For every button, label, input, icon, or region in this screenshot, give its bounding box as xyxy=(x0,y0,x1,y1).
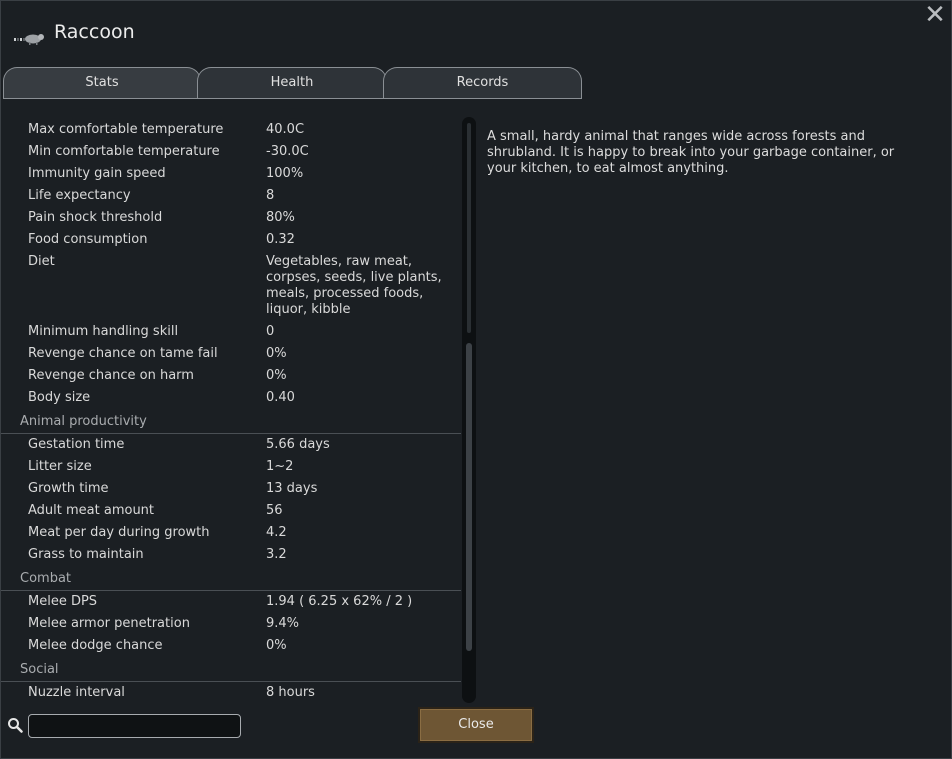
stat-value: 1.94 ( 6.25 x 62% / 2 ) xyxy=(266,594,413,609)
stat-row[interactable]: Body size 0.40 xyxy=(1,387,461,409)
stat-value: 0.32 xyxy=(266,232,295,247)
info-window: ✕ Raccoon Stats Health Records Max comfo… xyxy=(0,0,952,759)
stat-value: 0% xyxy=(266,638,287,653)
window-title: Raccoon xyxy=(54,21,135,43)
stat-value: 40.0C xyxy=(266,122,305,137)
stat-row[interactable]: Growth time 13 days xyxy=(1,478,461,500)
stat-row[interactable]: Minimum handling skill 0 xyxy=(1,321,461,343)
section-header: Social xyxy=(1,657,461,682)
stat-row[interactable]: Melee armor penetration 9.4% xyxy=(1,613,461,635)
tab-records[interactable]: Records xyxy=(383,67,582,99)
scrollbar-track xyxy=(467,123,471,333)
stat-label: Life expectancy xyxy=(28,188,131,203)
stat-row[interactable]: Life expectancy 8 xyxy=(1,185,461,207)
stat-label: Max comfortable temperature xyxy=(28,122,224,137)
stat-label: Revenge chance on tame fail xyxy=(28,346,218,361)
section-header: Combat xyxy=(1,566,461,591)
stat-label: Melee DPS xyxy=(28,594,98,609)
tab-divider xyxy=(3,98,581,99)
stat-label: Nuzzle interval xyxy=(28,685,125,700)
stat-value: 4.2 xyxy=(266,525,287,540)
stat-value: -30.0C xyxy=(266,144,309,159)
stat-value: 56 xyxy=(266,503,283,518)
stat-label: Min comfortable temperature xyxy=(28,144,220,159)
stat-label: Growth time xyxy=(28,481,109,496)
stat-row[interactable]: Melee DPS 1.94 ( 6.25 x 62% / 2 ) xyxy=(1,591,461,613)
stat-label: Food consumption xyxy=(28,232,148,247)
stat-row[interactable]: Melee dodge chance 0% xyxy=(1,635,461,657)
stat-value: 80% xyxy=(266,210,295,225)
stat-label: Litter size xyxy=(28,459,92,474)
stat-row[interactable]: Revenge chance on harm 0% xyxy=(1,365,461,387)
search-input[interactable] xyxy=(28,714,241,738)
stat-value: 8 xyxy=(266,188,275,203)
stat-value: 9.4% xyxy=(266,616,300,631)
stat-label: Melee dodge chance xyxy=(28,638,163,653)
stats-list[interactable]: Max comfortable temperature 40.0C Min com… xyxy=(1,119,461,707)
stat-row[interactable]: Max comfortable temperature 40.0C xyxy=(1,119,461,141)
stat-value: 1~2 xyxy=(266,459,294,474)
stat-label: Revenge chance on harm xyxy=(28,368,194,383)
stat-value: 0.40 xyxy=(266,390,295,405)
section-title: Combat xyxy=(20,571,72,586)
stat-value: 8 hours xyxy=(266,685,315,700)
section-title: Social xyxy=(20,662,59,677)
stat-value: 3.2 xyxy=(266,547,287,562)
close-window-icon[interactable]: ✕ xyxy=(923,2,947,28)
stat-row[interactable]: Adult meat amount 56 xyxy=(1,500,461,522)
search-icon xyxy=(8,718,23,733)
close-button[interactable]: Close xyxy=(418,707,534,743)
tab-bar: Stats Health Records xyxy=(3,67,583,99)
stat-label: Meat per day during growth xyxy=(28,525,210,540)
stat-value: Vegetables, raw meat, corpses, seeds, li… xyxy=(266,254,442,317)
stat-row[interactable]: Pain shock threshold 80% xyxy=(1,207,461,229)
stat-row[interactable]: Litter size 1~2 xyxy=(1,456,461,478)
stat-label: Body size xyxy=(28,390,91,405)
stat-label: Grass to maintain xyxy=(28,547,144,562)
stat-value: 100% xyxy=(266,166,304,181)
stat-value: 0% xyxy=(266,346,287,361)
stat-label: Pain shock threshold xyxy=(28,210,163,225)
tab-stats[interactable]: Stats xyxy=(3,67,201,99)
stat-label: Gestation time xyxy=(28,437,125,452)
stat-row[interactable]: Diet Vegetables, raw meat, corpses, seeds… xyxy=(1,251,461,321)
stat-row[interactable]: Min comfortable temperature -30.0C xyxy=(1,141,461,163)
raccoon-icon xyxy=(14,34,44,45)
tab-health[interactable]: Health xyxy=(197,67,387,99)
stat-value: 13 days xyxy=(266,481,318,496)
stat-value: 0 xyxy=(266,324,275,339)
stat-label: Adult meat amount xyxy=(28,503,155,518)
stat-label: Immunity gain speed xyxy=(28,166,166,181)
stat-label: Melee armor penetration xyxy=(28,616,190,631)
section-header: Animal productivity xyxy=(1,409,461,434)
stat-value: 5.66 days xyxy=(266,437,330,452)
stat-value: 0% xyxy=(266,368,287,383)
stat-row[interactable]: Food consumption 0.32 xyxy=(1,229,461,251)
stat-row[interactable]: Gestation time 5.66 days xyxy=(1,434,461,456)
stats-scrollbar[interactable] xyxy=(462,117,476,703)
stat-row[interactable]: Grass to maintain 3.2 xyxy=(1,544,461,566)
stat-row[interactable]: Meat per day during growth 4.2 xyxy=(1,522,461,544)
stat-row[interactable]: Nuzzle interval 8 hours xyxy=(1,682,461,704)
scrollbar-thumb[interactable] xyxy=(466,343,472,651)
section-title: Animal productivity xyxy=(20,414,147,429)
stat-row[interactable]: Immunity gain speed 100% xyxy=(1,163,461,185)
stat-row[interactable]: Revenge chance on tame fail 0% xyxy=(1,343,461,365)
stat-label: Diet xyxy=(28,254,55,269)
description-text: A small, hardy animal that ranges wide a… xyxy=(487,129,895,176)
stat-label: Minimum handling skill xyxy=(28,324,179,339)
